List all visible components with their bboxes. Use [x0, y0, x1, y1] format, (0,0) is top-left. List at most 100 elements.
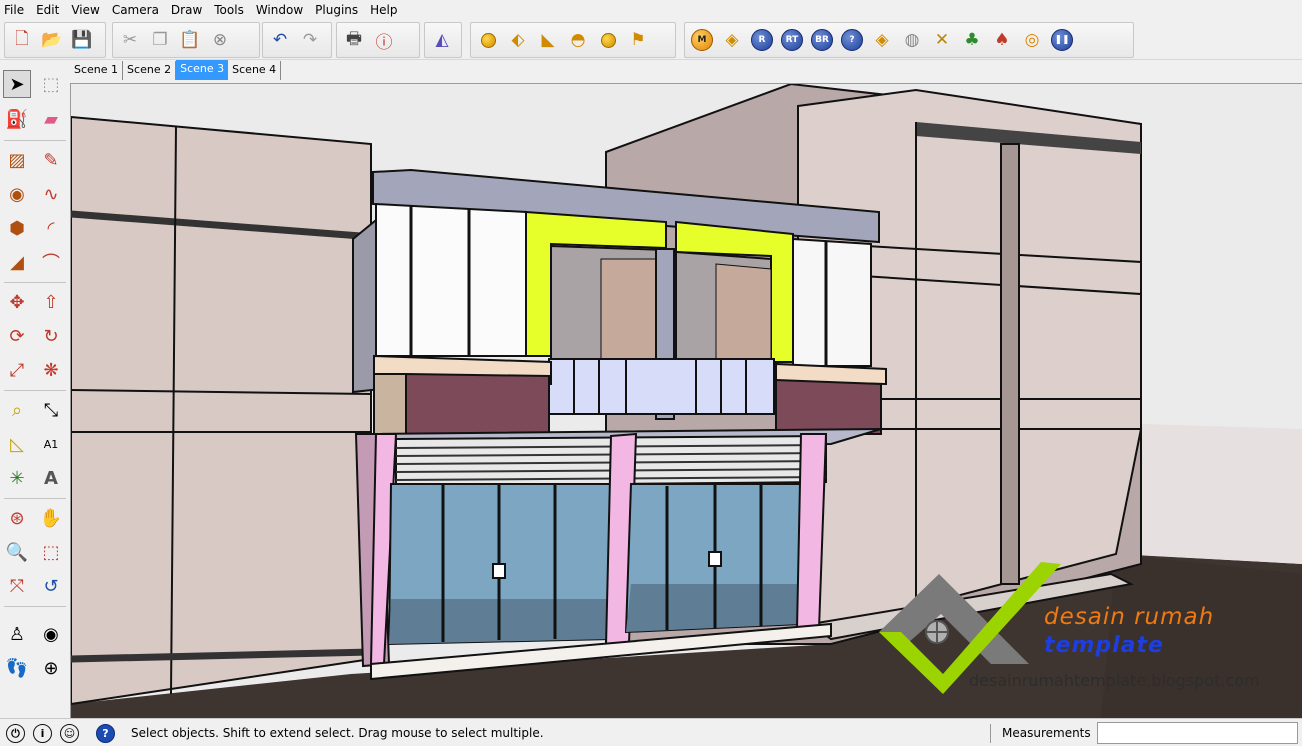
- menu-tools[interactable]: Tools: [208, 0, 250, 20]
- main-toolbar: 🗋 📂 💾 ✂ ❐ 📋 ⊗ ↶ ↷ 🖶 ⓘ ◭ ⬖ ◣ ◓ ⚑ M ◈ R RT…: [0, 20, 1302, 60]
- polygon-tool[interactable]: ⬢: [3, 214, 31, 242]
- erase-button[interactable]: ⊗: [205, 25, 235, 55]
- menu-file[interactable]: File: [0, 0, 30, 20]
- look-around-tool[interactable]: ◉: [37, 620, 65, 648]
- pan-tool[interactable]: ✋: [37, 504, 65, 532]
- tree-button[interactable]: ♣: [957, 25, 987, 55]
- arc-tool[interactable]: ◜: [37, 214, 65, 242]
- position-camera-tool[interactable]: ♙: [3, 620, 31, 648]
- render-region-button[interactable]: RT: [777, 25, 807, 55]
- area-light-button[interactable]: ⚑: [623, 25, 653, 55]
- tag-material-button[interactable]: ◈: [867, 25, 897, 55]
- follow-me-tool[interactable]: ↻: [37, 322, 65, 350]
- sun-button[interactable]: [473, 25, 503, 55]
- 3d-text-tool[interactable]: A: [37, 464, 65, 492]
- menu-window[interactable]: Window: [250, 0, 309, 20]
- undo-button[interactable]: ↶: [265, 25, 295, 55]
- section-plane-tool[interactable]: ⊕: [37, 654, 65, 682]
- credits-icon[interactable]: i: [33, 724, 52, 743]
- copy-icon: ❐: [152, 30, 168, 50]
- model-viewport[interactable]: desain rumah template desainrumahtemplat…: [70, 83, 1302, 718]
- rectangle-icon: ▨: [8, 149, 26, 171]
- circle-tool[interactable]: ◉: [3, 180, 31, 208]
- menu-draw[interactable]: Draw: [165, 0, 208, 20]
- pie-tool[interactable]: ◢: [3, 248, 31, 276]
- tool-divider: [4, 282, 66, 283]
- rotate-tool[interactable]: ⟳: [3, 322, 31, 350]
- print-button[interactable]: 🖶: [339, 25, 369, 55]
- menu-view[interactable]: View: [65, 0, 105, 20]
- rectangle-tool[interactable]: ▨: [3, 146, 31, 174]
- user-icon[interactable]: ☺: [60, 724, 79, 743]
- pie-icon: ◢: [10, 251, 24, 273]
- protractor-tool[interactable]: ◺: [3, 430, 31, 458]
- new-file-button[interactable]: 🗋: [7, 25, 37, 55]
- paint-bucket-tool[interactable]: ⛽: [3, 105, 31, 133]
- tag-icon: ◈: [725, 30, 739, 50]
- hand-icon: ✋: [39, 507, 63, 529]
- walk-tool[interactable]: 👣: [3, 654, 31, 682]
- menu-edit[interactable]: Edit: [30, 0, 65, 20]
- render-help-button[interactable]: ?: [837, 25, 867, 55]
- text-tool[interactable]: A1: [37, 430, 65, 458]
- dimension-tool[interactable]: ⤡: [37, 396, 65, 424]
- light-toggle-button[interactable]: ✕: [927, 25, 957, 55]
- tab-scene-3[interactable]: Scene 3: [176, 60, 229, 80]
- spot-light-button[interactable]: ◣: [533, 25, 563, 55]
- move-tool[interactable]: ✥: [3, 288, 31, 316]
- model-info-button[interactable]: ⓘ: [369, 25, 399, 55]
- protractor-icon: ◺: [10, 433, 24, 455]
- tab-scene-2[interactable]: Scene 2: [123, 61, 177, 80]
- cross-light-icon: ✕: [934, 30, 950, 50]
- menu-help[interactable]: Help: [364, 0, 403, 20]
- tag-button[interactable]: ◈: [717, 25, 747, 55]
- measurements-input[interactable]: [1097, 722, 1298, 744]
- push-pull-tool[interactable]: ⇧: [37, 288, 65, 316]
- tab-scene-1[interactable]: Scene 1: [70, 61, 124, 80]
- pencil-icon: ✎: [43, 149, 59, 171]
- material-button[interactable]: M: [687, 25, 717, 55]
- sun-plane-icon: ⬖: [511, 30, 525, 50]
- open-button[interactable]: 📂: [37, 25, 67, 55]
- copy-button[interactable]: ❐: [145, 25, 175, 55]
- cut-button[interactable]: ✂: [115, 25, 145, 55]
- sphere-button[interactable]: ◍: [897, 25, 927, 55]
- orbit-tool[interactable]: ⊛: [3, 504, 31, 532]
- sun-plane-button[interactable]: ⬖: [503, 25, 533, 55]
- select-tool[interactable]: ➤: [3, 70, 31, 98]
- scale-tool[interactable]: ⤢: [3, 356, 31, 384]
- offset-tool[interactable]: ❋: [37, 356, 65, 384]
- make-component-button[interactable]: ◭: [427, 25, 457, 55]
- tab-scene-4[interactable]: Scene 4: [228, 61, 282, 80]
- menu-camera[interactable]: Camera: [106, 0, 165, 20]
- pause-button[interactable]: ❚❚: [1047, 25, 1077, 55]
- menu-plugins[interactable]: Plugins: [309, 0, 364, 20]
- target-button[interactable]: ◎: [1017, 25, 1047, 55]
- arc-3pt-tool[interactable]: ⌒: [37, 248, 65, 276]
- rotate-icon: ⟳: [9, 325, 25, 347]
- zoom-window-tool[interactable]: ⬚: [37, 538, 65, 566]
- axes-tool[interactable]: ✳: [3, 464, 31, 492]
- tree-scatter-button[interactable]: ♠: [987, 25, 1017, 55]
- redo-button[interactable]: ↷: [295, 25, 325, 55]
- freehand-tool[interactable]: ∿: [37, 180, 65, 208]
- make-component-icon: ◭: [435, 30, 449, 50]
- sphere-light-button[interactable]: [593, 25, 623, 55]
- zoom-tool[interactable]: 🔍: [3, 538, 31, 566]
- line-tool[interactable]: ✎: [37, 146, 65, 174]
- help-icon[interactable]: ?: [96, 724, 115, 743]
- save-icon: 💾: [71, 30, 93, 50]
- paste-icon: 📋: [179, 30, 201, 50]
- batch-render-button[interactable]: BR: [807, 25, 837, 55]
- save-button[interactable]: 💾: [67, 25, 97, 55]
- component-tool[interactable]: ⬚: [37, 70, 65, 98]
- previous-view-tool[interactable]: ↺: [37, 572, 65, 600]
- tape-measure-tool[interactable]: ⌕: [3, 396, 31, 424]
- half-sphere-button[interactable]: ◓: [563, 25, 593, 55]
- zoom-extents-tool[interactable]: ⤧: [3, 572, 31, 600]
- eraser-tool[interactable]: ▰: [37, 105, 65, 133]
- render-button[interactable]: R: [747, 25, 777, 55]
- push-pull-icon: ⇧: [43, 291, 59, 313]
- paste-button[interactable]: 📋: [175, 25, 205, 55]
- geo-location-icon[interactable]: ⏻: [6, 724, 25, 743]
